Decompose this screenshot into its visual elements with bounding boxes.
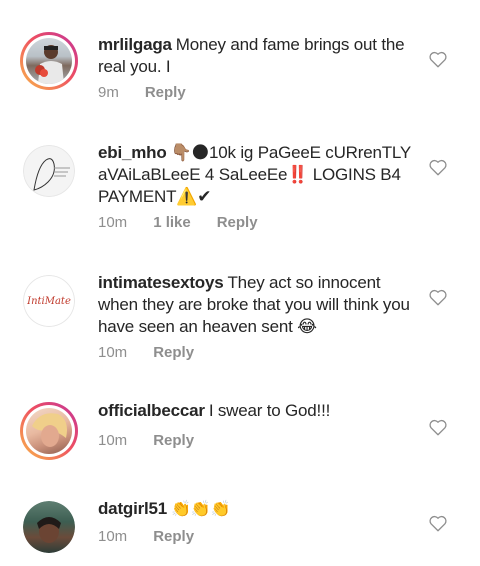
- comment-username[interactable]: officialbeccar: [98, 401, 205, 420]
- comment-body: 👏👏👏: [171, 501, 231, 518]
- heart-outline-icon[interactable]: [428, 50, 448, 68]
- comment-text: ebi_mho 👇🏽🌑10k ig PaGeeE cURrenTLY aVAiLa…: [98, 142, 416, 208]
- reply-button[interactable]: Reply: [145, 84, 186, 101]
- comment-time: 10m: [98, 528, 128, 545]
- comment-text: officialbeccar I swear to God!!!: [98, 400, 416, 422]
- heart-outline-icon[interactable]: [428, 514, 448, 532]
- avatar-logo-text: IntiMate: [27, 295, 71, 307]
- heart-outline-icon[interactable]: [428, 418, 448, 436]
- comment-time: 10m: [98, 432, 128, 449]
- avatar[interactable]: [20, 402, 78, 460]
- comment-username[interactable]: intimatesextoys: [98, 273, 224, 292]
- avatar[interactable]: [20, 142, 78, 200]
- heart-outline-icon[interactable]: [428, 288, 448, 306]
- reply-button[interactable]: Reply: [153, 432, 194, 449]
- comment-meta: 10m Reply: [98, 528, 220, 546]
- comment-time: 10m: [98, 214, 128, 231]
- comment-time: 10m: [98, 344, 128, 361]
- reply-button[interactable]: Reply: [217, 214, 258, 231]
- comment-text: intimatesextoys They act so innocent when…: [98, 272, 416, 338]
- avatar[interactable]: [20, 498, 78, 556]
- reply-button[interactable]: Reply: [153, 344, 194, 361]
- avatar[interactable]: [20, 32, 78, 90]
- heart-outline-icon[interactable]: [428, 158, 448, 176]
- likes-count[interactable]: 1 like: [153, 214, 191, 231]
- comment-text: datgirl51 👏👏👏: [98, 498, 416, 521]
- comment-body: I swear to God!!!: [208, 401, 331, 420]
- avatar[interactable]: IntiMate: [20, 272, 78, 330]
- comment-time: 9m: [98, 84, 119, 101]
- comment-meta: 10m 1 like Reply: [98, 214, 284, 232]
- comment-meta: 9m Reply: [98, 84, 212, 102]
- comment-username[interactable]: mrlilgaga: [98, 35, 172, 54]
- comment-meta: 10m Reply: [98, 432, 220, 450]
- comment-username[interactable]: datgirl51: [98, 499, 167, 518]
- comment-text: mrlilgaga Money and fame brings out the r…: [98, 34, 416, 78]
- comment-username[interactable]: ebi_mho: [98, 143, 167, 162]
- reply-button[interactable]: Reply: [153, 528, 194, 545]
- comment-meta: 10m Reply: [98, 344, 220, 362]
